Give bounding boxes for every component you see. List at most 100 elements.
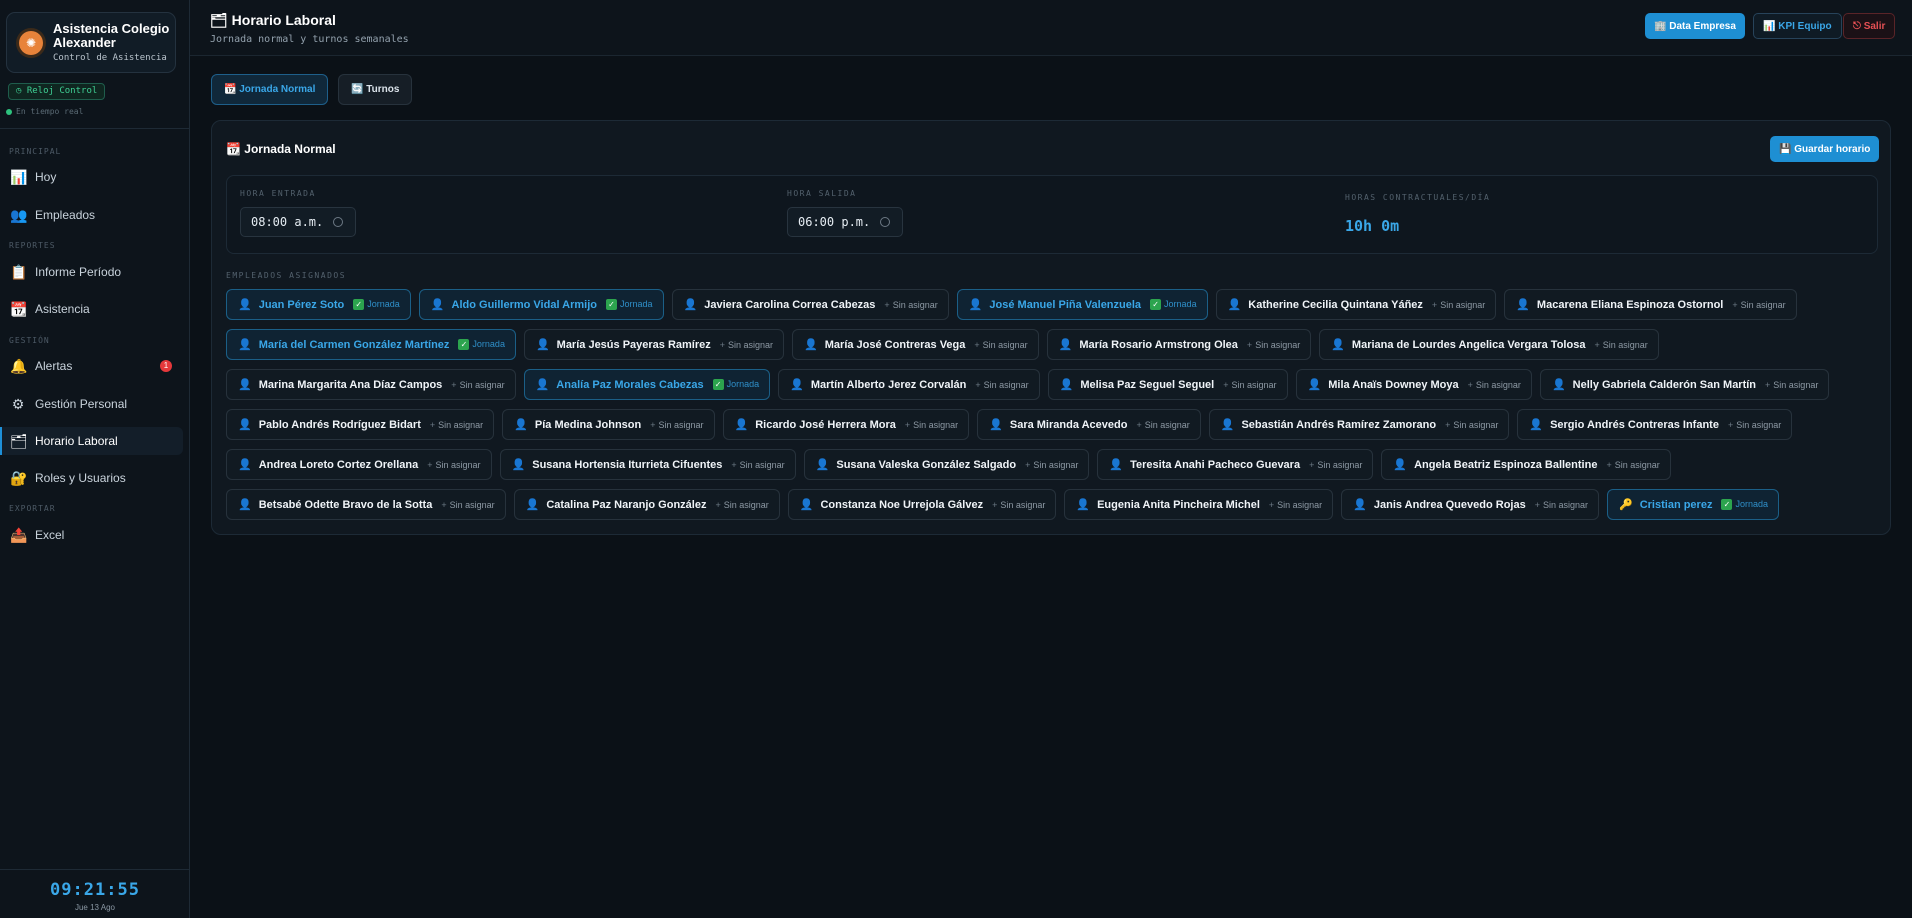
person-icon: 👤 (815, 459, 830, 471)
employee-chip[interactable]: 👤 Angela Beatriz Espinoza Ballentine + Sin … (1381, 449, 1671, 480)
brand-subtitle: Control de Asistencia (53, 53, 167, 63)
employee-chip[interactable]: 👤 Pía Medina Johnson + Sin asignar (502, 409, 715, 440)
employee-chip[interactable]: 👤 Andrea Loreto Cortez Orellana + Sin asign… (226, 449, 492, 480)
sidebar-item-gestion-personal[interactable]: ⚙ Gestión Personal (0, 390, 183, 418)
page-subtitle: Jornada normal y turnos semanales (210, 34, 409, 45)
employee-chip[interactable]: 👤 Melisa Paz Seguel Seguel + Sin asignar (1047, 369, 1288, 400)
employee-chip[interactable]: 👤 Javiera Carolina Correa Cabezas + Sin asi… (671, 289, 949, 320)
employee-name: Mariana de Lourdes Angelica Vergara Tolo… (1351, 338, 1586, 351)
employee-chip[interactable]: 👤 José Manuel Piña Valenzuela ✓ Jornada (956, 289, 1208, 320)
person-icon: 👤 (238, 299, 252, 311)
person-icon: 👤 (968, 299, 983, 311)
sidebar-item-asistencia[interactable]: 📆 Asistencia (0, 295, 183, 323)
employee-chip[interactable]: 👤 Susana Hortensia Iturrieta Cifuentes + Si… (499, 449, 796, 480)
employee-chip[interactable]: 👤 Aldo Guillermo Vidal Armijo ✓ Jornada (418, 289, 664, 320)
check-icon: ✓ (605, 299, 617, 310)
data-empresa-button[interactable]: 🏢 Data Empresa (1645, 13, 1745, 39)
person-icon: 👤 (1393, 459, 1408, 471)
unassigned-status: + Sin asignar (1136, 420, 1189, 430)
plus-icon: + (441, 499, 447, 510)
employee-chip[interactable]: 👤 Ricardo José Herrera Mora + Sin asignar (722, 409, 970, 440)
live-clock: 09:21:55 (50, 880, 140, 900)
logout-button[interactable]: ⎋ Salir (1843, 13, 1896, 39)
employee-chip[interactable]: 👤 Nelly Gabriela Calderón San Martín + Sin … (1539, 369, 1830, 400)
plus-icon: + (1534, 499, 1540, 510)
plus-icon: + (1136, 419, 1142, 430)
employee-chip[interactable]: 👤 Marina Margarita Ana Díaz Campos + Sin as… (226, 369, 516, 400)
employee-name: Pía Medina Johnson (534, 418, 642, 431)
sidebar-item-horario-laboral[interactable]: 🗂 Horario Laboral (0, 427, 183, 455)
status-label: Sin asignar (982, 339, 1028, 350)
employee-chip[interactable]: 👤 María José Contreras Vega + Sin asignar (792, 329, 1039, 360)
employee-chip[interactable]: 👤 Sara Miranda Acevedo + Sin asignar (977, 409, 1201, 440)
assigned-status: ✓ Jornada (712, 379, 759, 390)
brand-card[interactable]: ✺ Asistencia Colegio Alexander Control d… (6, 12, 176, 73)
tab-jornada-normal[interactable]: 📆 Jornada Normal (211, 74, 329, 105)
plus-icon: + (1309, 459, 1315, 470)
employee-chip[interactable]: 👤 Eugenia Anita Pincheira Michel + Sin asig… (1064, 489, 1334, 520)
employee-name: María del Carmen González Martínez (258, 338, 450, 351)
employee-chip[interactable]: 👤 Mariana de Lourdes Angelica Vergara Tol… (1319, 329, 1659, 360)
tab-turnos[interactable]: 🔄 Turnos (338, 74, 413, 105)
sidebar-item-roles-usuarios[interactable]: 🔐 Roles y Usuarios (0, 464, 183, 492)
page-header: 🗂 Horario Laboral Jornada normal y turno… (190, 0, 1912, 56)
section-exportar: EXPORTAR (9, 504, 56, 513)
person-icon: 👤 (734, 419, 749, 431)
person-icon: 👤 (511, 459, 526, 471)
sidebar-item-empleados[interactable]: 👥 Empleados (0, 201, 183, 229)
status-label: Sin asignar (1000, 499, 1046, 510)
check-icon: ✓ (353, 299, 365, 310)
employee-chip[interactable]: 👤 Teresita Anahi Pacheco Guevara + Sin asig… (1097, 449, 1374, 480)
unassigned-status: + Sin asignar (1728, 420, 1781, 430)
employee-chip[interactable]: 👤 María del Carmen González Martínez ✓ Jorn… (226, 329, 516, 360)
clock-control-badge[interactable]: ◷ Reloj Control (8, 83, 106, 100)
employee-chip[interactable]: 👤 Juan Pérez Soto ✓ Jornada (226, 289, 411, 320)
employee-name: Mila Anaïs Downey Moya (1328, 378, 1459, 391)
person-icon: 👤 (1058, 339, 1073, 351)
check-icon: ✓ (712, 379, 724, 390)
status-label: Sin asignar (1773, 379, 1819, 390)
employee-chip[interactable]: 👤 María Rosario Armstrong Olea + Sin asigna… (1046, 329, 1312, 360)
entry-time-label: HORA ENTRADA (240, 189, 316, 198)
employee-chip[interactable]: 👤 Macarena Eliana Espinoza Ostornol + Sin a… (1504, 289, 1797, 320)
online-dot-icon (6, 108, 12, 115)
person-icon: 👤 (1331, 339, 1345, 351)
status-label: Sin asignar (739, 459, 785, 470)
sidebar-item-excel[interactable]: 📤 Excel (0, 521, 183, 549)
sidebar-item-hoy[interactable]: 📊 Hoy (0, 163, 183, 191)
employee-chip[interactable]: 👤 Martín Alberto Jerez Corvalán + Sin asign… (778, 369, 1040, 400)
employee-name: Aldo Guillermo Vidal Armijo (451, 298, 597, 311)
employee-chip[interactable]: 👤 Janis Andrea Quevedo Rojas + Sin asignar (1341, 489, 1599, 520)
plus-icon: + (1223, 379, 1229, 390)
time-settings-panel: HORA ENTRADA 08:00 a.m. HORA SALIDA 06:0… (226, 175, 1878, 254)
employee-chip[interactable]: 👤 Sergio Andrés Contreras Infante + Sin asi… (1517, 409, 1793, 440)
employee-chip[interactable]: 👤 Betsabé Odette Bravo de la Sotta + Sin as… (226, 489, 506, 520)
sidebar-item-alertas[interactable]: 🔔 Alertas 1 (0, 352, 183, 380)
employee-chip[interactable]: 👤 Sebastián Andrés Ramírez Zamorano + Sin a… (1208, 409, 1510, 440)
unassigned-status: + Sin asignar (992, 500, 1045, 510)
employee-name: Sergio Andrés Contreras Infante (1550, 418, 1719, 431)
employee-chip[interactable]: 👤 Analía Paz Morales Cabezas ✓ Jornada (523, 369, 771, 400)
employee-chip[interactable]: 👤 Susana Valeska González Salgado + Sin asi… (803, 449, 1090, 480)
kpi-equipo-button[interactable]: 📊 KPI Equipo (1753, 13, 1842, 39)
employee-chip[interactable]: 👤 María Jesús Payeras Ramírez + Sin asignar (523, 329, 785, 360)
employee-chip[interactable]: 👤 Pablo Andrés Rodríguez Bidart + Sin asign… (226, 409, 495, 440)
sidebar-item-informe-periodo[interactable]: 📋 Informe Período (0, 258, 183, 286)
person-icon: 👤 (804, 339, 818, 351)
employee-chip[interactable]: 👤 Mila Anaïs Downey Moya + Sin asignar (1295, 369, 1532, 400)
status-label: Sin asignar (1317, 459, 1363, 470)
status-label: Sin asignar (1475, 379, 1521, 390)
employee-chip[interactable]: 👤 Catalina Paz Naranjo González + Sin asign… (513, 489, 780, 520)
plus-icon: + (1246, 339, 1253, 350)
employee-chip[interactable]: 👤 Constanza Noe Urrejola Gálvez + Sin asign… (787, 489, 1057, 520)
employee-chip[interactable]: 👤 Katherine Cecilia Quintana Yáñez + Sin as… (1215, 289, 1497, 320)
save-schedule-button[interactable]: 💾 Guardar horario (1770, 136, 1880, 162)
entry-time-input[interactable]: 08:00 a.m. (240, 207, 356, 237)
assigned-status: ✓ Jornada (353, 299, 400, 310)
sidebar-item-label: Asistencia (35, 302, 90, 316)
check-icon: ✓ (1721, 499, 1733, 510)
status-label: Sin asignar (1033, 459, 1079, 470)
exit-time-input[interactable]: 06:00 p.m. (787, 207, 903, 237)
people-icon: 👥 (10, 206, 28, 223)
employee-chip[interactable]: 🔑 Cristian perez ✓ Jornada (1607, 489, 1779, 520)
